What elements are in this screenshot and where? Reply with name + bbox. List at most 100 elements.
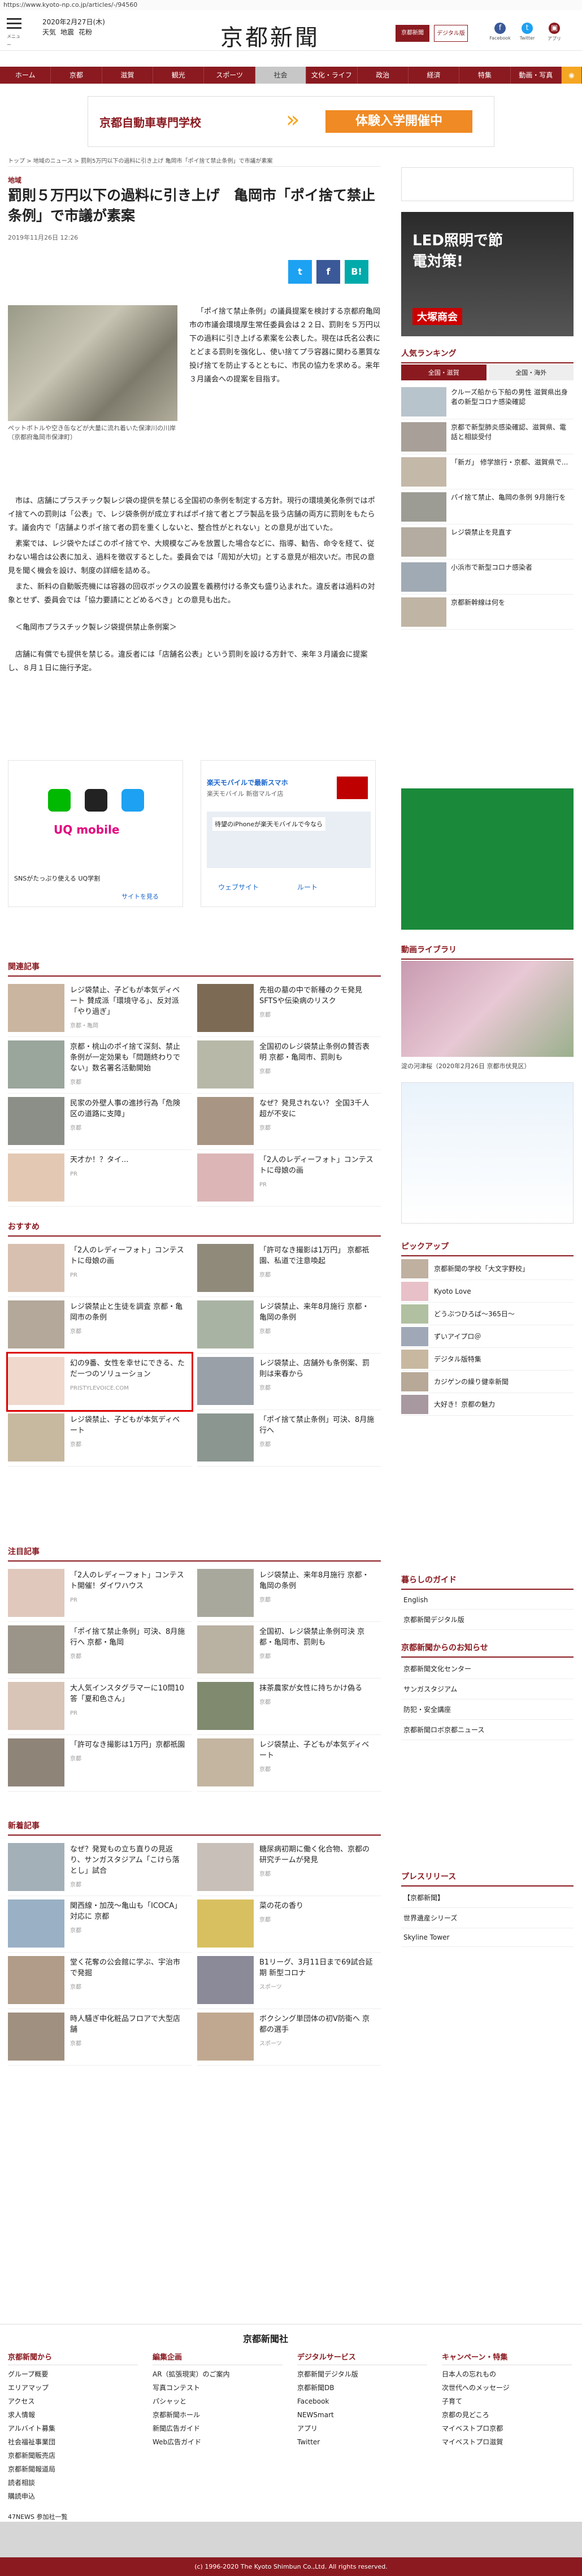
share-twitter-button[interactable]: t [288,260,312,284]
website-link[interactable]: ウェブサイト [218,882,259,892]
recommend-tile[interactable]: 「許可なき撮影は1万円」 京都祇園、私道で注意喚起 京都 [197,1241,381,1297]
share-bookmark-button[interactable]: B! [345,260,368,284]
pickup-item[interactable]: デジタル版特集 [401,1348,574,1371]
pickup-item[interactable]: ずいアイプロ＠ [401,1325,574,1348]
nav-video[interactable]: 動画・写真 [510,67,562,84]
nav-shiga[interactable]: 滋賀 [102,67,154,84]
address-bar[interactable]: https://www.kyoto-np.co.jp/articles/-/94… [0,0,582,10]
pickup-item[interactable]: どうぶつひろば〜365日〜 [401,1303,574,1325]
top-banner-ad[interactable]: 京都自動車専門学校 » 体験入学開催中 [88,96,494,147]
nav-sports[interactable]: スポーツ [204,67,255,84]
popular-tile[interactable]: 全国初、レジ袋禁止条例可決 京都・亀岡市、罰則も 京都 [197,1622,381,1679]
press-link[interactable]: 世界遺産シリーズ [401,1908,574,1928]
footer-link[interactable]: AR（拡張現実）のご案内 [153,2367,283,2381]
notice-link[interactable]: 防犯・安全講座 [401,1699,574,1720]
nav-home[interactable]: ホーム [0,67,51,84]
recommend-tile[interactable]: レジ袋禁止と生徒を調査 京都・亀岡市の条例 京都 [8,1297,192,1354]
tab-shiga[interactable]: 全国・滋賀 [401,365,487,380]
related-tile[interactable]: 天才か！？タイ... PR [8,1150,192,1207]
latest-tile[interactable]: なぜ？発覚もの立ち直りの見返り、サンガスタジアム「こけら落とし」試合 京都 [8,1840,192,1896]
pickup-item[interactable]: 京都新聞の学校「大文字野校」 [401,1257,574,1280]
twitter-link[interactable]: t Twitter [513,23,541,41]
menu-button[interactable]: メニュー [7,18,21,49]
footer-brand[interactable]: 京都新聞社 [243,2331,288,2345]
pollen-link[interactable]: 花粉 [79,28,92,36]
footer-link[interactable]: Twitter [297,2435,427,2449]
latest-tile[interactable]: 菜の花の香り 京都 [197,1896,381,1953]
ranking-item[interactable]: パイ捨て禁止、亀岡の条例 9月施行を [401,489,574,524]
related-tile[interactable]: 先祖の墓の中で新種のクモ発見 SFTSや伝染病のリスク 京都 [197,981,381,1037]
footer-link[interactable]: 日本人の忘れもの [442,2367,572,2381]
app-link[interactable]: ▣ アプリ [540,23,568,42]
footer-link[interactable]: マイベストプロ滋賀 [442,2435,572,2449]
recommend-tile[interactable]: レジ袋禁止、店舗外も条例案、罰則は来春から 京都 [197,1354,381,1410]
footer-link[interactable]: 京都の見どころ [442,2408,572,2422]
popular-tile[interactable]: 抹茶農家が女性に持ちかけ偽る 京都 [197,1679,381,1735]
article-photo[interactable] [8,305,177,421]
related-tile[interactable]: 京都・桃山のポイ捨て深刻、禁止条例が一定効果も「問題終わりでない」数名署名活動開… [8,1037,192,1094]
footer-link[interactable]: アクセス [8,2395,138,2408]
quake-link[interactable]: 地震 [60,28,74,36]
footer-link[interactable]: アプリ [297,2422,427,2435]
nav-economy[interactable]: 経済 [408,67,460,84]
related-tile[interactable]: 民家の外壁人事の進捗行為「危険区の道路に支障」 京都 [8,1094,192,1150]
recommend-tile[interactable]: レジ袋禁止、来年8月施行 京都・亀岡の条例 京都 [197,1297,381,1354]
footer-link[interactable]: パシャッと [153,2395,283,2408]
latest-tile[interactable]: 関西線・加茂〜亀山も「ICOCA」対応に 京都 京都 [8,1896,192,1953]
footer-link[interactable]: マイベストプロ京都 [442,2422,572,2435]
nav-feature[interactable]: 特集 [459,67,511,84]
latest-tile[interactable]: 時人騒ぎ中化粧品フロアで大型店舗 京都 [8,2009,192,2066]
pickup-item[interactable]: カジゲンの繰り健幸新聞 [401,1371,574,1393]
popular-tile[interactable]: 大人気インスタグラマーに10問10答「夏和色さん」 PR [8,1679,192,1735]
ranking-item[interactable]: クルーズ船から下船の男性 滋賀県出身者の新型コロナ感染確認 [401,384,574,419]
kurashi-link[interactable]: English [401,1591,574,1610]
kurashi-link[interactable]: 京都新聞デジタル版 [401,1610,574,1630]
footer-link[interactable]: 求人情報 [8,2408,138,2422]
footer-link[interactable]: 新聞広告ガイド [153,2422,283,2435]
related-tile[interactable]: レジ袋禁止、子どもが本気ディベート 賛成派「環境守る」、反対派「やり過ぎ」 京都・… [8,981,192,1037]
site-logo[interactable]: 京都新聞 [220,19,320,52]
recommend-tile-highlighted[interactable]: 幻の9番、女性を幸せにできる、ただ一つのソリューション PRISTYLEVOICE… [6,1352,193,1412]
footer-link[interactable]: エリアマップ [8,2381,138,2395]
facebook-link[interactable]: f Facebook [486,23,514,41]
related-tile[interactable]: なぜ？発見されない？ 全国3千人超が不安に 京都 [197,1094,381,1150]
led-ad[interactable]: LED照明で節電対策! 大塚商会 [401,212,574,336]
popular-tile[interactable]: レジ袋禁止、来年8月施行 京都・亀岡の条例 京都 [197,1565,381,1622]
footer-link[interactable]: アルバイト募集 [8,2422,138,2435]
nav-society[interactable]: 社会 [255,67,307,84]
footer-link[interactable]: 読者相談 [8,2476,138,2490]
footer-link[interactable]: 写真コンテスト [153,2381,283,2395]
ranking-item[interactable]: 小浜市で新型コロナ感染者 [401,560,574,595]
latest-tile[interactable]: 堂く花奪の公会館に学ぶ、宇治市で発掘 京都 [8,1953,192,2009]
nav-kanko[interactable]: 観光 [153,67,205,84]
weather-link[interactable]: 天気 [42,28,56,36]
article-category[interactable]: 地域 [8,175,21,185]
sidebar-green-ad[interactable] [401,788,574,930]
footer-link[interactable]: 京都新聞販売店 [8,2449,138,2462]
footer-link[interactable]: 次世代へのメッセージ [442,2381,572,2395]
footer-link[interactable]: 購読申込 [8,2490,138,2503]
recommend-tile[interactable]: 「ポイ捨て禁止条例」可決、8月施行へ 京都 [197,1410,381,1467]
footer-link[interactable]: 京都新聞ホール [153,2408,283,2422]
tab-overseas[interactable]: 全国・海外 [488,365,574,380]
related-tile[interactable]: 全国初のレジ袋禁止条例の賛否表明 京都・亀岡市、罰則も 京都 [197,1037,381,1094]
latest-tile[interactable]: ボクシング単団体の初V防衛へ 京都の選手 スポーツ [197,2009,381,2066]
ranking-item[interactable]: 京都新幹線は何を [401,595,574,630]
footer-link[interactable]: 社会福祉事業団 [8,2435,138,2449]
digital-button[interactable]: デジタル版 [434,25,468,42]
footer-link[interactable]: Facebook [297,2395,427,2408]
latest-tile[interactable]: 糖尿病初期に働く化合物、京都の研究チームが発見 京都 [197,1840,381,1896]
footer-link[interactable]: 京都新聞報道局 [8,2462,138,2476]
route-link[interactable]: ルート [297,882,318,892]
footer-link[interactable]: グループ概要 [8,2367,138,2381]
login-button[interactable]: 京都新聞 [396,25,429,42]
epson-ad[interactable] [401,1082,574,1224]
pickup-item[interactable]: 大好き！京都の魅力 [401,1393,574,1416]
popular-tile[interactable]: レジ袋禁止、子どもが本気ディベート 京都 [197,1735,381,1792]
ranking-item[interactable]: 京都で新型肺炎感染確認、滋賀県、電話と相談受付 [401,419,574,454]
notice-link[interactable]: 京都新聞文化センター [401,1659,574,1679]
nav-kyoto[interactable]: 京都 [51,67,102,84]
rss-icon[interactable]: ◉ [561,67,582,84]
footer-link[interactable]: 子育て [442,2395,572,2408]
nav-culture[interactable]: 文化・ライフ [306,67,358,84]
